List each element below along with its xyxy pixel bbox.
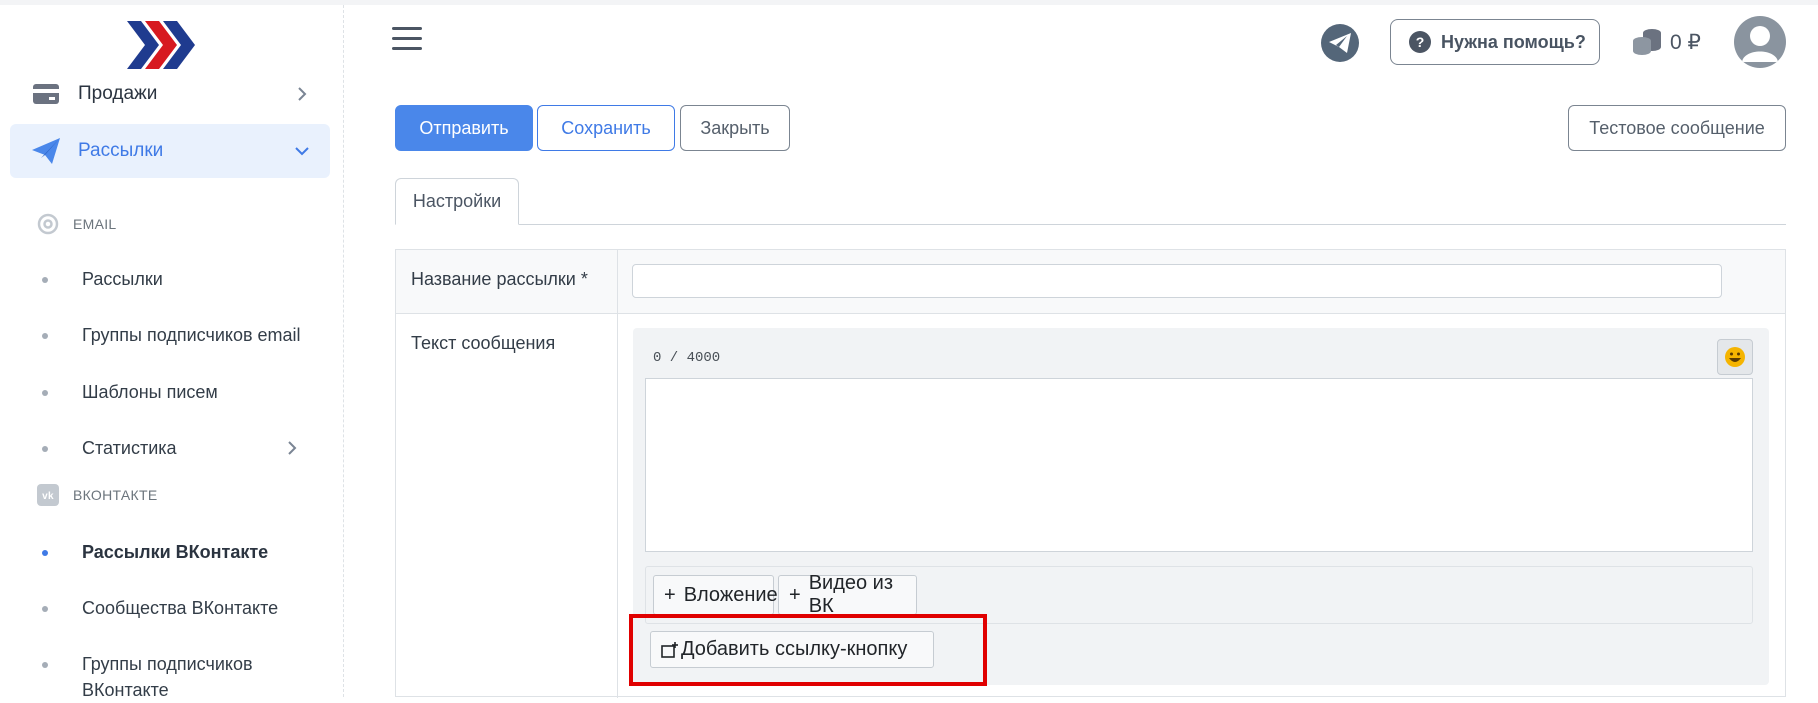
close-button[interactable]: Закрыть xyxy=(680,105,790,151)
sidebar: Продажи Рассылки EMAIL Рассылки Группы п… xyxy=(0,5,344,700)
add-link-icon xyxy=(661,641,678,658)
user-icon xyxy=(1742,26,1778,62)
section-vk: vk ВКОНТАКТЕ xyxy=(36,480,158,510)
mailing-name-input[interactable] xyxy=(632,264,1722,298)
test-message-button[interactable]: Тестовое сообщение xyxy=(1568,105,1786,151)
sidebar-item-label: Рассылки ВКонтакте xyxy=(82,542,269,562)
chevron-right-icon xyxy=(284,440,300,456)
message-textarea[interactable] xyxy=(645,378,1753,552)
form-labels-column xyxy=(396,250,618,698)
chevron-down-icon xyxy=(294,143,310,159)
bullet-icon xyxy=(42,662,48,668)
vk-video-label: Видео из ВК xyxy=(808,572,894,617)
avatar[interactable] xyxy=(1734,16,1786,68)
sidebar-item-label: Группы подписчиков email xyxy=(82,325,301,345)
at-sign-icon xyxy=(36,212,60,236)
mailing-form: Название рассылки * Текст сообщения 0 / … xyxy=(395,249,1786,698)
menu-toggle-icon[interactable] xyxy=(392,27,422,53)
emoji-icon xyxy=(1725,347,1745,367)
attachment-label: Вложение xyxy=(683,583,778,606)
question-icon: ? xyxy=(1409,31,1431,53)
vk-icon: vk xyxy=(36,483,60,507)
sidebar-item-label: Рассылки xyxy=(82,269,163,289)
nav-item-label: Продажи xyxy=(78,83,158,104)
help-button[interactable]: ? Нужна помощь? xyxy=(1390,19,1600,65)
tabs-divider xyxy=(395,224,1786,225)
section-title: ВКОНТАКТЕ xyxy=(73,487,158,503)
message-text-label: Текст сообщения xyxy=(411,333,556,353)
balance-value: 0 ₽ xyxy=(1670,30,1701,54)
bullet-icon xyxy=(42,333,48,339)
sidebar-item-label: Сообщества ВКонтакте xyxy=(82,598,279,618)
tab-settings[interactable]: Настройки xyxy=(395,178,519,225)
help-label: Нужна помощь? xyxy=(1441,31,1586,52)
bullet-icon xyxy=(42,550,48,556)
sidebar-item-label: Шаблоны писем xyxy=(82,382,218,402)
add-link-button[interactable]: Добавить ссылку-кнопку xyxy=(650,631,934,668)
telegram-icon[interactable] xyxy=(1321,24,1359,62)
bullet-icon xyxy=(42,390,48,396)
bullet-icon xyxy=(42,277,48,283)
sidebar-item-label: Статистика xyxy=(82,438,177,458)
sidebar-item-label: Группы подписчиков ВКонтакте xyxy=(82,654,253,700)
plus-icon: + xyxy=(789,583,801,606)
section-email: EMAIL xyxy=(36,209,117,239)
section-title: EMAIL xyxy=(73,216,117,232)
add-vk-video-button[interactable]: + Видео из ВК xyxy=(778,572,917,617)
bullet-icon xyxy=(42,446,48,452)
plus-icon: + xyxy=(664,583,676,606)
nav-item-sales[interactable]: Продажи xyxy=(10,67,330,121)
paper-plane-icon xyxy=(32,137,60,165)
bullet-icon xyxy=(42,606,48,612)
mailing-name-label: Название рассылки * xyxy=(411,269,588,289)
row-divider xyxy=(396,313,1785,314)
chevron-right-icon xyxy=(294,86,310,102)
coins-icon xyxy=(1632,27,1664,57)
add-link-label: Добавить ссылку-кнопку xyxy=(681,638,908,660)
credit-card-icon xyxy=(32,80,60,108)
svg-text:vk: vk xyxy=(42,491,54,502)
save-button[interactable]: Сохранить xyxy=(537,105,675,151)
char-counter: 0 / 4000 xyxy=(653,350,721,366)
balance[interactable]: 0 ₽ xyxy=(1632,24,1701,60)
add-attachment-button[interactable]: + Вложение xyxy=(653,575,778,615)
logo[interactable] xyxy=(127,19,203,71)
nav-item-label: Рассылки xyxy=(78,140,164,161)
emoji-button[interactable] xyxy=(1717,339,1753,375)
send-button[interactable]: Отправить xyxy=(395,105,533,151)
nav-item-mailings[interactable]: Рассылки xyxy=(10,124,330,178)
